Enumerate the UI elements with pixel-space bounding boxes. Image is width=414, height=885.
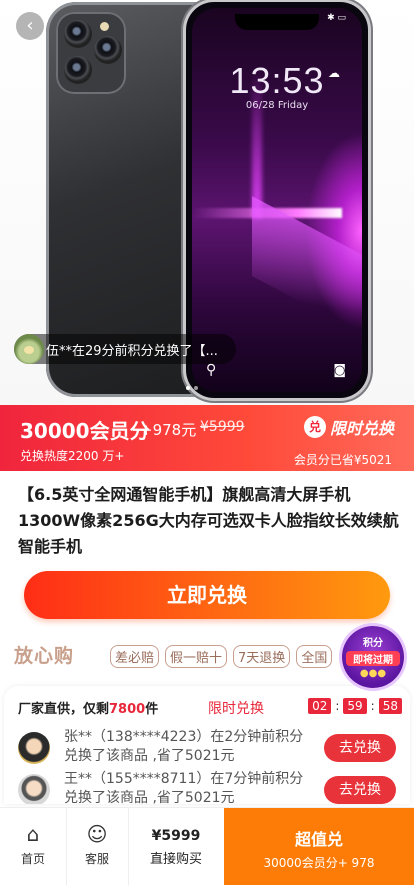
countdown-minutes: 59 bbox=[343, 698, 367, 714]
guarantee-title: 放心购 bbox=[14, 645, 75, 667]
direct-buy-button[interactable]: ¥5999 直接购买 bbox=[128, 808, 224, 885]
carousel-dot[interactable] bbox=[194, 386, 198, 390]
record-text: 王**（155****8711）在7分钟前积分兑换了该商品 ,省了5021元 bbox=[64, 771, 304, 804]
go-redeem-button[interactable]: 去兑换 bbox=[324, 734, 396, 762]
avatar bbox=[18, 732, 50, 764]
ticker-text: 伍**在29分前积分兑换了【... bbox=[46, 343, 218, 359]
avatar bbox=[14, 334, 44, 364]
redeem-now-button[interactable]: 立即兑换 bbox=[24, 571, 390, 619]
stock-prefix: 厂家直供，仅剩 bbox=[18, 702, 110, 717]
stock-info: 厂家直供，仅剩7800件 bbox=[18, 698, 158, 717]
carousel-indicator bbox=[186, 386, 198, 390]
lens-icon bbox=[64, 56, 92, 84]
lens-icon bbox=[94, 36, 122, 64]
nav-service-label: 客服 bbox=[84, 852, 109, 866]
points-expiring-badge[interactable]: 积分 即将过期 ●●● bbox=[342, 626, 404, 688]
redeem-heat: 兑换热度2200 万+ bbox=[20, 449, 125, 463]
limited-redeem-text: 限时兑换 bbox=[329, 419, 394, 438]
nav-home-label: 首页 bbox=[20, 852, 45, 866]
guarantee-tag: 全国 bbox=[296, 645, 333, 668]
stock-suffix: 件 bbox=[145, 702, 159, 717]
list-item: 王**（155****8711）在7分钟前积分兑换了该商品 ,省了5021元 去… bbox=[18, 770, 410, 804]
points-saved: 会员分已省¥5021 bbox=[293, 453, 392, 467]
signal-battery-icon: ✱ ▭ bbox=[327, 13, 346, 23]
record-text: 张**（138****4223）在2分钟前积分兑换了该商品 ,省了5021元 bbox=[64, 729, 304, 764]
bottom-action-bar: ⌂ 首页 ☺ 客服 ¥5999 直接购买 超值兑 30000会员分+ 978 bbox=[0, 807, 414, 885]
camera-icon: ◙ bbox=[333, 363, 346, 378]
product-image-carousel[interactable]: ✱ ▭ 13:53 ☁ 06/28 Friday ⚲ ◙ ‹ 伍**在29分前积… bbox=[0, 0, 414, 405]
cash-price: +978元 bbox=[140, 421, 197, 439]
points-price: 30000会员分 bbox=[20, 419, 150, 443]
stock-count: 7800 bbox=[109, 702, 146, 717]
guarantee-tag: 7天退换 bbox=[233, 645, 291, 668]
super-redeem-title: 超值兑 bbox=[294, 830, 343, 849]
list-item: 张**（138****4223）在2分钟前积分兑换了该商品 ,省了5021元 去… bbox=[18, 728, 410, 768]
guarantee-tags: 差必赔 假一赔十 7天退换 全国 bbox=[110, 645, 333, 668]
countdown-seconds: 58 bbox=[378, 698, 402, 714]
carousel-dot[interactable] bbox=[186, 386, 190, 390]
countdown-hours: 02 bbox=[308, 698, 332, 714]
product-title: 【6.5英寸全网通智能手机】旗舰高清大屏手机1300W像素256G大内存可选双卡… bbox=[18, 485, 399, 556]
original-price: ¥5999 bbox=[200, 419, 245, 435]
expire-line1: 积分 bbox=[363, 638, 383, 649]
activity-card: 厂家直供，仅剩7800件 限时兑换 02: 59: 58 张**（138****… bbox=[4, 686, 410, 804]
back-button[interactable]: ‹ bbox=[16, 12, 44, 40]
countdown-timer: 02: 59: 58 bbox=[308, 698, 402, 714]
direct-buy-label: 直接购买 bbox=[149, 852, 202, 867]
product-page: ✱ ▭ 13:53 ☁ 06/28 Friday ⚲ ◙ ‹ 伍**在29分前积… bbox=[0, 0, 414, 885]
nav-service[interactable]: ☺ 客服 bbox=[66, 808, 128, 885]
super-redeem-button[interactable]: 超值兑 30000会员分+ 978 bbox=[224, 808, 414, 885]
limited-redeem-label: 兑 限时兑换 bbox=[303, 415, 394, 439]
lens-icon bbox=[64, 20, 92, 48]
guarantee-tag: 假一赔十 bbox=[165, 645, 228, 668]
guarantee-tag: 差必赔 bbox=[110, 645, 160, 668]
super-redeem-subtitle: 30000会员分+ 978 bbox=[263, 856, 375, 870]
avatar bbox=[18, 774, 50, 804]
go-redeem-button[interactable]: 去兑换 bbox=[324, 776, 396, 804]
weather-icon: ☁ bbox=[328, 66, 340, 80]
camera-module bbox=[56, 12, 126, 94]
direct-buy-price: ¥5999 bbox=[151, 828, 201, 844]
home-icon: ⌂ bbox=[26, 822, 40, 846]
price-banner: 30000会员分 +978元 ¥5999 兑换热度2200 万+ 兑 限时兑换 … bbox=[0, 405, 414, 471]
coins-icon: ●●● bbox=[359, 668, 387, 679]
flashlight-icon: ⚲ bbox=[206, 362, 217, 378]
nav-home[interactable]: ⌂ 首页 bbox=[0, 808, 66, 885]
chat-icon: ☺ bbox=[86, 822, 108, 846]
expire-line2: 即将过期 bbox=[346, 651, 400, 666]
flash-sale-label: 限时兑换 bbox=[208, 701, 264, 717]
flash-icon bbox=[100, 22, 109, 31]
lockscreen-date: 06/28 Friday bbox=[245, 100, 309, 111]
redeem-ticker: 伍**在29分前积分兑换了【... bbox=[14, 334, 236, 364]
redeem-badge-icon: 兑 bbox=[303, 416, 326, 438]
chevron-left-icon: ‹ bbox=[26, 15, 34, 36]
